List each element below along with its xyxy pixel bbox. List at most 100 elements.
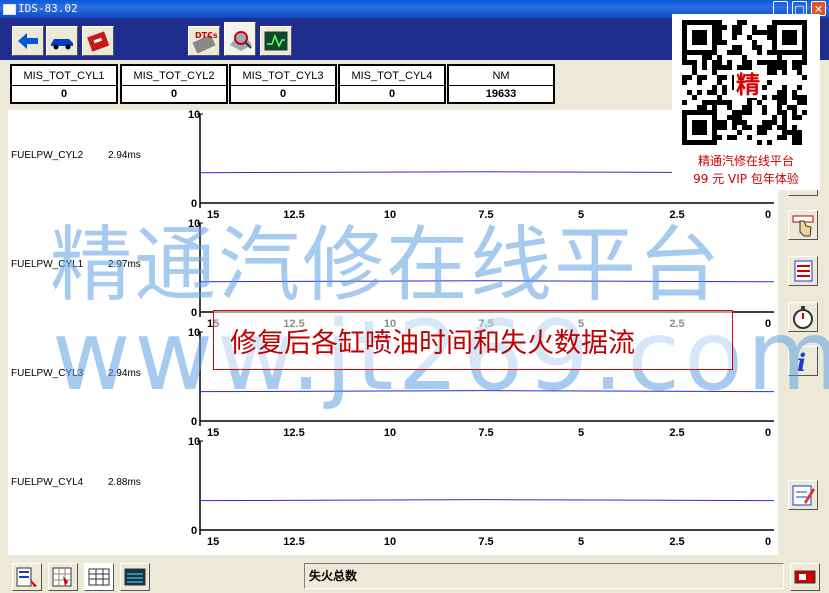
qr-module (717, 25, 722, 30)
qr-module (762, 95, 767, 100)
notepad-pencil-icon (792, 485, 815, 506)
qr-module (712, 85, 717, 90)
qr-module (732, 35, 737, 40)
list-button[interactable] (788, 256, 818, 286)
qr-module (757, 45, 762, 50)
qr-module (782, 95, 787, 100)
qr-module (802, 110, 807, 115)
qr-module (777, 110, 782, 115)
qr-module (687, 75, 692, 80)
qr-module (752, 25, 757, 30)
qr-module (752, 40, 757, 45)
table-col-mis-tot-cyl3[interactable]: MIS_TOT_CYL3 0 (229, 64, 337, 104)
qr-module (802, 75, 807, 80)
pid-value: 2.88ms (108, 477, 141, 488)
qr-module (717, 40, 722, 45)
qr-module (712, 105, 717, 110)
qr-module (747, 135, 752, 140)
qr-module (717, 55, 722, 60)
qr-finder-core (782, 30, 797, 45)
qr-module (717, 125, 722, 130)
back-button[interactable] (12, 26, 44, 56)
table-col-mis-tot-cyl1[interactable]: MIS_TOT_CYL1 0 (10, 64, 118, 104)
qr-module (717, 35, 722, 40)
record-button[interactable] (790, 563, 820, 591)
qr-module (767, 125, 772, 130)
qr-module (712, 70, 717, 75)
grid-select-icon (52, 567, 72, 587)
qr-module (727, 115, 732, 120)
toolbox-button[interactable] (82, 26, 114, 56)
qr-module (802, 60, 807, 65)
qr-module (762, 120, 767, 125)
datalogger-button[interactable] (224, 22, 256, 56)
dtc-icon: DTCs (192, 31, 217, 53)
column-value: 0 (60, 88, 68, 100)
qr-module (767, 30, 772, 35)
qr-module (742, 110, 747, 115)
qr-module (802, 55, 807, 60)
qr-module (777, 60, 782, 65)
qr-module (757, 30, 762, 35)
dtc-button[interactable]: DTCs (188, 26, 220, 56)
qr-module (697, 75, 702, 80)
qr-module (792, 60, 797, 65)
bottom-button-2[interactable] (48, 563, 78, 591)
qr-module (752, 45, 757, 50)
qr-module (767, 25, 772, 30)
back-arrow-icon (18, 33, 38, 49)
qr-module (802, 95, 807, 100)
table-col-nm[interactable]: NM 19633 (447, 64, 555, 104)
qr-module (687, 90, 692, 95)
qr-module (777, 65, 782, 70)
qr-module (757, 125, 762, 130)
qr-module (777, 100, 782, 105)
qr-module (767, 60, 772, 65)
qr-module (777, 135, 782, 140)
edit-button[interactable] (788, 480, 818, 510)
qr-module (702, 100, 707, 105)
graph-view-icon (124, 568, 146, 586)
qr-module (692, 95, 697, 100)
annotation-box: 修复后各缸喷油时间和失火数据流 (213, 310, 733, 370)
pid-trace (199, 499, 775, 502)
qr-module (722, 120, 727, 125)
promo-line-1: 精通汽修在线平台 (697, 154, 794, 168)
column-header: MIS_TOT_CYL4 (340, 68, 444, 86)
trigger-button[interactable] (788, 210, 818, 240)
qr-module (762, 60, 767, 65)
qr-module (737, 30, 742, 35)
oscilloscope-button[interactable] (260, 26, 292, 56)
qr-module (762, 85, 767, 90)
qr-module (722, 90, 727, 95)
qr-module (777, 105, 782, 110)
qr-module (727, 50, 732, 55)
status-text: 失火总数 (304, 563, 784, 589)
table-view-button[interactable] (84, 563, 114, 591)
bottom-button-1[interactable] (12, 563, 42, 591)
graph-view-button[interactable] (120, 563, 150, 591)
qr-module (707, 90, 712, 95)
bottom-bar: 失火总数 (0, 560, 829, 593)
qr-module (712, 100, 717, 105)
qr-module (697, 90, 702, 95)
pid-name: FUELPW_CYL4 (11, 477, 84, 488)
qr-module (732, 30, 737, 35)
qr-module (737, 25, 742, 30)
table-col-mis-tot-cyl2[interactable]: MIS_TOT_CYL2 0 (120, 64, 228, 104)
qr-module (732, 120, 737, 125)
vehicle-button[interactable] (46, 26, 78, 56)
qr-module (717, 30, 722, 35)
qr-module (697, 105, 702, 110)
table-col-mis-tot-cyl4[interactable]: MIS_TOT_CYL4 0 (338, 64, 446, 104)
qr-module (742, 20, 747, 25)
qr-module (742, 105, 747, 110)
qr-module (767, 120, 772, 125)
qr-module (772, 65, 777, 70)
qr-module (772, 115, 777, 120)
qr-module (782, 125, 787, 130)
qr-module (762, 110, 767, 115)
qr-module (692, 60, 697, 65)
qr-module (797, 65, 802, 70)
qr-module (737, 65, 742, 70)
